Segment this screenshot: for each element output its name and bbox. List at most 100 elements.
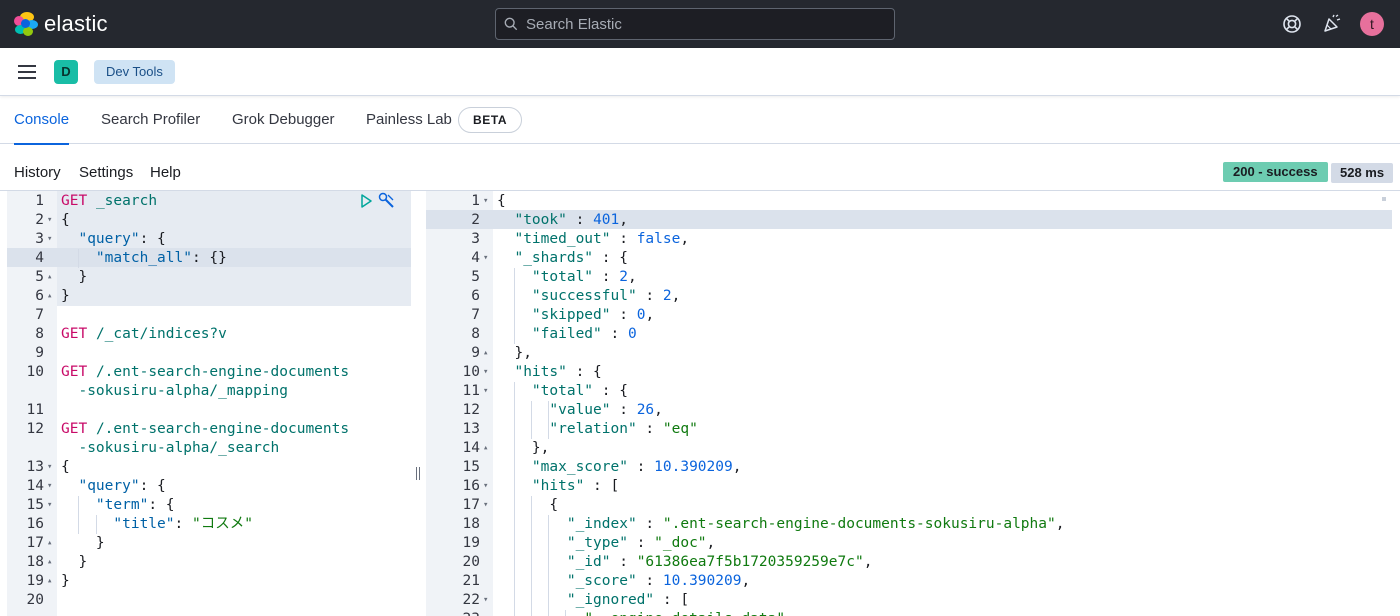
code-line: "_id" : "61386ea7f5b1720359259e7c", — [566, 554, 873, 570]
code-line: "failed" : 0 — [531, 326, 637, 342]
fold-arrow-icon[interactable]: ▾ — [47, 230, 52, 249]
line-number: 9 — [35, 345, 44, 361]
line-number: 11 — [26, 402, 44, 418]
fold-arrow-icon[interactable]: ▾ — [483, 363, 488, 382]
code-line: { — [497, 193, 506, 209]
wrench-icon[interactable] — [378, 192, 396, 209]
fold-arrow-icon[interactable]: ▾ — [47, 458, 52, 477]
code-line: "_shards" : { — [514, 250, 628, 266]
line-number: 16 — [462, 478, 480, 494]
menu-help[interactable]: Help — [150, 164, 181, 181]
play-icon[interactable] — [360, 194, 372, 208]
breadcrumb-bar: D Dev Tools — [0, 48, 1400, 96]
search-input[interactable] — [526, 9, 886, 39]
fold-arrow-icon[interactable]: ▾ — [483, 496, 488, 515]
fold-arrow-icon[interactable]: ▴ — [47, 553, 52, 572]
pane-resize-handle[interactable] — [415, 467, 421, 481]
line-number: 6 — [35, 288, 44, 304]
line-number: 19 — [26, 573, 44, 589]
code-line: "timed_out" : false, — [514, 231, 690, 247]
response-time-badge: 528 ms — [1331, 163, 1394, 183]
breadcrumb[interactable]: Dev Tools — [94, 60, 175, 84]
code-line: } — [61, 554, 88, 570]
code-line: { — [61, 212, 70, 228]
line-number: 15 — [26, 497, 44, 513]
code-line: "match_all": {} — [95, 250, 227, 266]
fold-arrow-icon[interactable]: ▾ — [483, 249, 488, 268]
line-number: 1 — [35, 193, 44, 209]
code-line: "max_score" : 10.390209, — [531, 459, 742, 475]
fold-arrow-icon[interactable]: ▴ — [483, 344, 488, 363]
fold-arrow-icon[interactable]: ▴ — [47, 268, 52, 287]
global-search[interactable] — [495, 8, 895, 40]
status-badge: 200 - success — [1223, 162, 1328, 182]
menu-hamburger-icon[interactable] — [18, 65, 36, 79]
code-line: GET /_cat/indices?v — [61, 326, 227, 342]
code-line: GET /.ent-search-engine-documents — [61, 364, 350, 380]
line-number: 13 — [462, 421, 480, 437]
fold-arrow-icon[interactable]: ▾ — [47, 211, 52, 230]
line-number: 5 — [35, 269, 44, 285]
menu-history[interactable]: History — [14, 164, 61, 181]
line-number: 12 — [462, 402, 480, 418]
user-avatar[interactable]: t — [1360, 12, 1384, 36]
line-number: 18 — [26, 554, 44, 570]
code-line: "total" : { — [531, 383, 628, 399]
line-number: 15 — [462, 459, 480, 475]
code-line: }, — [497, 440, 550, 456]
line-number: 6 — [471, 288, 480, 304]
code-line: "skipped" : 0, — [531, 307, 655, 323]
response-editor[interactable]: 1 2 3 4 5 6 7 8 9 10 11 12 13 14 15 16 1… — [426, 191, 1400, 616]
code-line: }, — [497, 345, 532, 361]
line-number: 13 — [26, 459, 44, 475]
line-number: 1 — [471, 193, 480, 209]
space-avatar[interactable]: D — [54, 60, 78, 84]
fold-arrow-icon[interactable]: ▴ — [483, 439, 488, 458]
tab-console[interactable]: Console — [14, 96, 70, 145]
fold-arrow-icon[interactable]: ▾ — [47, 477, 52, 496]
code-line: GET /.ent-search-engine-documents — [61, 421, 350, 437]
line-number: 21 — [462, 573, 480, 589]
line-number: 3 — [35, 231, 44, 247]
line-number: 4 — [471, 250, 480, 266]
fold-arrow-icon[interactable]: ▴ — [47, 572, 52, 591]
code-line: "took" : 401, — [514, 212, 628, 228]
code-line: "value" : 26, — [549, 402, 663, 418]
code-line: } — [61, 535, 105, 551]
line-number: 14 — [26, 478, 44, 494]
top-header: elastic t — [0, 0, 1400, 48]
line-number: 9 — [471, 345, 480, 361]
fold-arrow-icon[interactable]: ▴ — [47, 287, 52, 306]
line-number: 4 — [35, 250, 44, 266]
line-number: 17 — [462, 497, 480, 513]
fold-arrow-icon[interactable]: ▾ — [483, 192, 488, 211]
tab-search-profiler[interactable]: Search Profiler — [101, 96, 200, 144]
scrollbar-marker[interactable] — [1382, 197, 1386, 201]
code-line: "term": { — [95, 497, 175, 513]
fold-arrow-icon[interactable]: ▴ — [47, 534, 52, 553]
newsfeed-cheer-icon[interactable] — [1321, 13, 1343, 35]
line-number: 18 — [462, 516, 480, 532]
code-line: GET _search — [61, 193, 158, 209]
line-number: 10 — [462, 364, 480, 380]
code-line: } — [61, 269, 88, 285]
line-number: 20 — [462, 554, 480, 570]
request-editor[interactable]: 1 2 3 4 5 6 7 8 9 10 11 12 13 14 15 16 1… — [0, 191, 413, 616]
tab-grok-debugger[interactable]: Grok Debugger — [232, 96, 335, 144]
code-line: "_ engine_details.data" — [497, 610, 785, 616]
fold-arrow-icon[interactable]: ▾ — [483, 382, 488, 401]
fold-arrow-icon[interactable]: ▾ — [483, 591, 488, 610]
elastic-logo[interactable]: elastic — [14, 12, 108, 36]
fold-arrow-icon[interactable]: ▾ — [47, 496, 52, 515]
line-number: 11 — [462, 383, 480, 399]
devtools-tabs: Console Search Profiler Grok Debugger Pa… — [0, 96, 1400, 145]
menu-settings[interactable]: Settings — [79, 164, 133, 181]
tab-painless-lab[interactable]: Painless Lab — [366, 96, 452, 144]
line-number: 20 — [26, 592, 44, 608]
elastic-logo-text: elastic — [44, 11, 108, 36]
line-number: 2 — [471, 212, 480, 228]
fold-arrow-icon[interactable]: ▾ — [483, 477, 488, 496]
code-line: -sokusiru-alpha/_search — [78, 440, 280, 456]
help-lifebuoy-icon[interactable] — [1281, 13, 1303, 35]
line-number: 17 — [26, 535, 44, 551]
